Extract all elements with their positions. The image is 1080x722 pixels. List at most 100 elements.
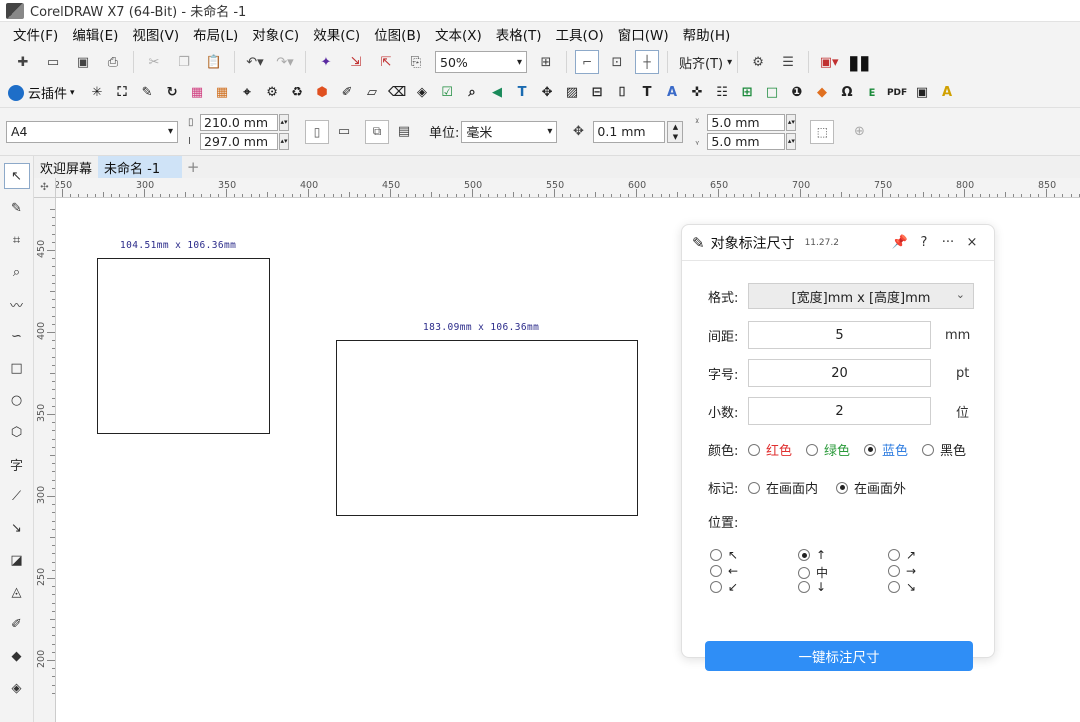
eraser-plugin-icon[interactable]: ⌫: [388, 84, 406, 102]
position-option[interactable]: ←: [710, 564, 738, 578]
page-size-select[interactable]: A4 ▾: [6, 120, 178, 143]
position-option[interactable]: →: [888, 564, 916, 578]
format-select[interactable]: [宽度]mm x [高度]mm ⌄: [748, 283, 974, 309]
target-plugin-icon[interactable]: ⌖: [238, 84, 256, 102]
portrait-orientation-icon[interactable]: ▯: [305, 119, 329, 144]
spinner-icon[interactable]: ▴▾: [786, 132, 797, 150]
check-box-plugin-icon[interactable]: ☑: [438, 84, 456, 102]
page-height-field[interactable]: 297.0 mm: [200, 132, 278, 150]
position-option[interactable]: ↗: [888, 548, 916, 562]
text-bold-plugin-icon[interactable]: T: [638, 84, 656, 102]
pointer-plugin-icon[interactable]: ✥: [538, 84, 556, 102]
save-icon[interactable]: ▣: [72, 51, 94, 73]
new-document-icon[interactable]: ✚: [12, 51, 34, 73]
rectangle-shape-2[interactable]: [336, 340, 638, 516]
artistic-media-tool-icon[interactable]: ∽: [4, 323, 30, 349]
spinner-icon[interactable]: ▴▾: [786, 113, 797, 131]
gear-plugin-icon[interactable]: ⚙: [263, 84, 281, 102]
eyedropper-tool-icon[interactable]: ✐: [4, 611, 30, 637]
crop-plugin-icon[interactable]: ⛶: [113, 84, 131, 102]
checklist-plugin-icon[interactable]: ☷: [713, 84, 731, 102]
color-swatch-plugin-icon[interactable]: ◆: [813, 84, 831, 102]
freehand-tool-icon[interactable]: 〰: [4, 291, 30, 317]
tab-welcome-screen[interactable]: 欢迎屏幕: [34, 156, 98, 178]
redo-icon[interactable]: ↷▾: [274, 51, 296, 73]
connector-tool-icon[interactable]: ↘: [4, 515, 30, 541]
menu-file[interactable]: 文件(F): [6, 24, 65, 44]
refresh-plugin-icon[interactable]: ↻: [163, 84, 181, 102]
print-icon[interactable]: ⎙: [102, 51, 124, 73]
pick-tool-icon[interactable]: ↖: [3, 163, 30, 189]
welcome-screen-icon[interactable]: ▣▾: [818, 51, 840, 73]
paste-icon[interactable]: 📋: [203, 51, 225, 73]
position-option[interactable]: ↖: [710, 548, 738, 562]
letter-a2-plugin-icon[interactable]: A: [938, 84, 956, 102]
options-icon[interactable]: ⚙: [747, 51, 769, 73]
page-frame-icon[interactable]: ⬚: [810, 119, 835, 144]
number-plugin-icon[interactable]: ❶: [788, 84, 806, 102]
full-screen-preview-icon[interactable]: ⊞: [535, 51, 557, 73]
compass-plugin-icon[interactable]: ✜: [688, 84, 706, 102]
menu-layout[interactable]: 布局(L): [186, 24, 245, 44]
rectangle-shape-1[interactable]: [97, 258, 270, 434]
font-plugin-icon[interactable]: ᴇ: [863, 84, 881, 102]
color-grid-plugin-icon[interactable]: ▦: [188, 84, 206, 102]
export-icon[interactable]: ⇱: [375, 51, 397, 73]
spacing-input[interactable]: 5: [748, 321, 931, 349]
flag-plugin-icon[interactable]: ◀: [488, 84, 506, 102]
interactive-fill-tool-icon[interactable]: ◆: [4, 643, 30, 669]
square-plugin-icon[interactable]: □: [763, 84, 781, 102]
copy-icon[interactable]: ❐: [173, 51, 195, 73]
text-box-plugin-icon[interactable]: ⊟: [588, 84, 606, 102]
pdf-plugin-icon[interactable]: PDF: [887, 84, 907, 102]
add-preset-icon[interactable]: ⊕: [848, 121, 870, 143]
import-icon[interactable]: ⇲: [345, 51, 367, 73]
zoom-tool-icon[interactable]: ⌕: [4, 259, 30, 285]
sparkle-plugin-icon[interactable]: ✳: [88, 84, 106, 102]
scroll-plugin-icon[interactable]: ⌷: [613, 84, 631, 102]
show-rulers-icon[interactable]: ⌐: [575, 50, 599, 74]
color-option-1[interactable]: 绿色: [806, 440, 850, 459]
position-option[interactable]: ↙: [710, 580, 738, 594]
menu-edit[interactable]: 编辑(E): [65, 24, 125, 44]
ruler-origin-icon[interactable]: ✣: [34, 178, 56, 198]
smart-fill-tool-icon[interactable]: ◈: [4, 675, 30, 701]
pin-icon[interactable]: 📌: [888, 235, 912, 250]
menu-table[interactable]: 表格(T): [489, 24, 549, 44]
menu-text[interactable]: 文本(X): [428, 24, 489, 44]
application-launcher-icon[interactable]: ☰: [777, 51, 799, 73]
book-icon[interactable]: ▮▮: [848, 50, 870, 74]
dimension-tool-icon[interactable]: ⟋: [4, 483, 30, 509]
menu-object[interactable]: 对象(C): [245, 24, 306, 44]
find-text-plugin-icon[interactable]: ⌕: [463, 84, 481, 102]
font-size-input[interactable]: 20: [748, 359, 931, 387]
cloud-plugin-menu[interactable]: 云插件 ▾: [8, 83, 75, 102]
snap-to-dropdown[interactable]: 贴齐(T): [679, 53, 723, 72]
badge-plugin-icon[interactable]: ⬢: [313, 84, 331, 102]
zoom-level-select[interactable]: 50% ▾: [435, 51, 527, 73]
all-pages-icon[interactable]: ⧉: [365, 119, 389, 144]
cut-icon[interactable]: ✂: [143, 51, 165, 73]
menu-view[interactable]: 视图(V): [125, 24, 186, 44]
duplicate-x-field[interactable]: 5.0 mm: [707, 113, 786, 131]
unit-select[interactable]: 毫米 ▾: [461, 120, 558, 143]
menu-help[interactable]: 帮助(H): [676, 24, 738, 44]
grid-plugin-icon[interactable]: ⊞: [738, 84, 756, 102]
publish-pdf-icon[interactable]: ⎘: [405, 51, 427, 73]
layers-plugin-icon[interactable]: ◈: [413, 84, 431, 102]
mark-outside-option[interactable]: 在画面外: [836, 478, 906, 497]
close-button[interactable]: ×: [960, 235, 984, 250]
page-width-field[interactable]: 210.0 mm: [200, 113, 278, 131]
image-plugin-icon[interactable]: ▨: [563, 84, 581, 102]
undo-icon[interactable]: ↶▾: [244, 51, 266, 73]
open-folder-icon[interactable]: ▭: [42, 51, 64, 73]
blocks-plugin-icon[interactable]: ▣: [913, 84, 931, 102]
menu-window[interactable]: 窗口(W): [611, 24, 676, 44]
ellipse-tool-icon[interactable]: ○: [4, 387, 30, 413]
duplicate-y-field[interactable]: 5.0 mm: [707, 132, 786, 150]
show-grid-icon[interactable]: ⊡: [606, 51, 628, 73]
drop-shadow-tool-icon[interactable]: ◪: [4, 547, 30, 573]
current-page-icon[interactable]: ▤: [393, 121, 415, 143]
position-option[interactable]: ↑: [798, 548, 826, 562]
letter-a-plugin-icon[interactable]: A: [663, 84, 681, 102]
